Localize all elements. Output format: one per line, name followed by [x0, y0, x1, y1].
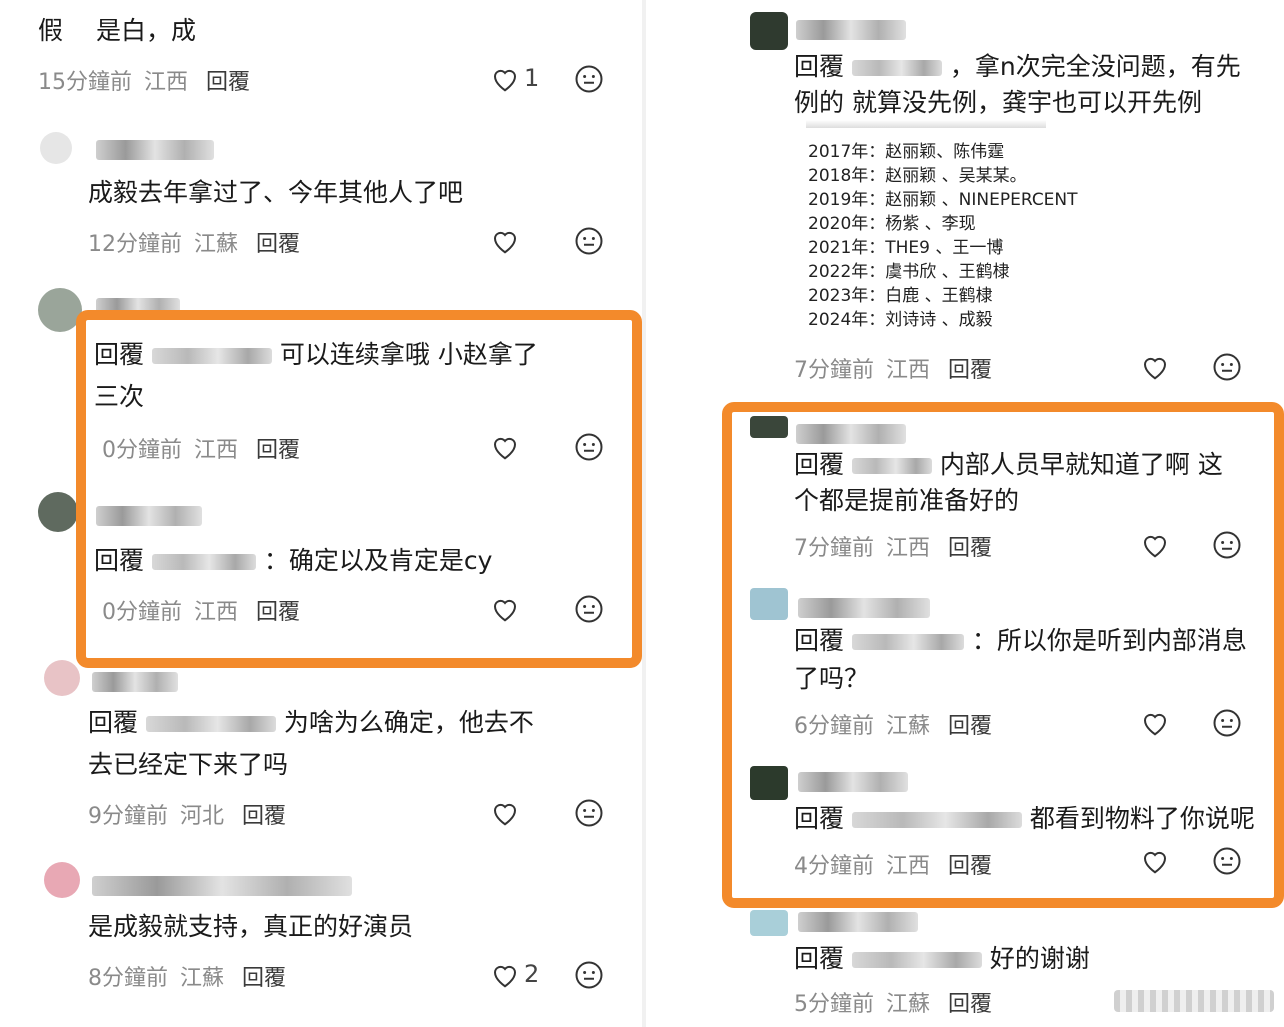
avatar[interactable] — [40, 132, 72, 164]
comment-meta: 9分鐘前 河北 回覆 — [88, 798, 286, 830]
avatar[interactable] — [38, 492, 78, 532]
comment-text: 假 是白，成 — [38, 16, 196, 45]
year-list-item: 2020年：杨紫 、李现 — [808, 214, 976, 234]
comment-body: 为啥为么确定，他去不 — [283, 708, 534, 737]
heart-icon[interactable] — [1140, 352, 1170, 382]
left-comment-panel: 假 是白，成 15分鐘前 江西 回覆 1 成毅去年拿过了、今年其他人了吧 12分鐘前… — [0, 0, 642, 1027]
avatar[interactable] — [44, 660, 80, 696]
comment-location: 江蘇 — [180, 966, 225, 991]
reply-button[interactable]: 回覆 — [242, 966, 286, 991]
username-blurred — [92, 672, 178, 692]
like-count: 2 — [524, 960, 540, 988]
comment-time: 5分鐘前 — [794, 992, 874, 1017]
year-list-item: 2021年：THE9 、王一博 — [808, 238, 1004, 258]
like-count: 1 — [524, 64, 540, 92]
year-list-item: 2023年：白鹿 、王鹤棣 — [808, 286, 993, 306]
heart-icon[interactable] — [490, 960, 520, 990]
comment-location: 江西 — [144, 70, 189, 95]
comment-time: 12分鐘前 — [88, 232, 182, 257]
heart-icon[interactable] — [490, 64, 520, 94]
emoji-icon[interactable] — [1212, 352, 1242, 382]
reply-button[interactable]: 回覆 — [242, 804, 286, 829]
emoji-icon[interactable] — [574, 960, 604, 990]
heart-icon[interactable] — [490, 798, 520, 828]
reply-button[interactable]: 回覆 — [206, 70, 250, 95]
comment-text-cont: 去已经定下来了吗 — [88, 750, 289, 779]
right-comment-panel: 回覆 ，拿n次完全没问题，有先 例的 就算没先例，龚宇也可以开先例 2017年：… — [646, 0, 1284, 1027]
year-list-item: 2017年：赵丽颖、陈伟霆 — [808, 142, 1005, 162]
reply-prefix: 回覆 — [88, 708, 139, 737]
emoji-icon[interactable] — [574, 64, 604, 94]
comment-text: 是成毅就支持，真正的好演员 — [88, 912, 414, 941]
reply-button[interactable]: 回覆 — [948, 358, 992, 383]
reply-prefix: 回覆 — [794, 52, 845, 81]
comment-text: 成毅去年拿过了、今年其他人了吧 — [88, 178, 464, 207]
watermark-blurred — [1114, 990, 1274, 1012]
comment-time: 9分鐘前 — [88, 804, 168, 829]
year-list-item: 2024年：刘诗诗 、成毅 — [808, 310, 993, 330]
highlight-box — [722, 402, 1284, 908]
comment-meta: 7分鐘前 江西 回覆 — [794, 352, 992, 384]
username-blurred — [96, 140, 214, 160]
username-blurred — [92, 876, 352, 896]
username-blurred — [796, 20, 906, 40]
mention-blurred — [851, 952, 982, 968]
emoji-icon[interactable] — [574, 798, 604, 828]
comment-location: 河北 — [180, 804, 225, 829]
comment-meta: 15分鐘前 江西 回覆 — [38, 64, 250, 96]
year-list-item: 2022年：虞书欣 、王鹤棣 — [808, 262, 1010, 282]
avatar[interactable] — [750, 910, 788, 936]
mention-blurred — [851, 60, 942, 76]
comment-meta: 8分鐘前 江蘇 回覆 — [88, 960, 286, 992]
list-cutoff — [806, 120, 1046, 128]
reply-button[interactable]: 回覆 — [948, 992, 992, 1017]
comment-text: 回覆 好的谢谢 — [794, 940, 1090, 978]
comment-text-cont: 例的 就算没先例，龚宇也可以开先例 — [794, 88, 1202, 117]
comment-time: 8分鐘前 — [88, 966, 168, 991]
reply-button[interactable]: 回覆 — [256, 232, 300, 257]
username-blurred — [798, 912, 918, 932]
emoji-icon[interactable] — [574, 226, 604, 256]
year-list-item: 2019年：赵丽颖 、NINEPERCENT — [808, 190, 1078, 210]
reply-prefix: 回覆 — [794, 944, 845, 973]
heart-icon[interactable] — [490, 226, 520, 256]
comment-meta: 5分鐘前 江蘇 回覆 — [794, 986, 992, 1018]
comment-location: 江蘇 — [886, 992, 931, 1017]
avatar[interactable] — [44, 862, 80, 898]
highlight-box — [76, 310, 642, 668]
year-list: 2017年：赵丽颖、陈伟霆 2018年：赵丽颖 、吴某某。 2019年：赵丽颖 … — [808, 140, 1078, 332]
comment-body: ，拿n次完全没问题，有先 — [949, 52, 1241, 81]
avatar[interactable] — [750, 12, 788, 50]
comment-location: 江西 — [886, 358, 931, 383]
year-list-item: 2018年：赵丽颖 、吴某某。 — [808, 166, 1027, 186]
comment-location: 江蘇 — [194, 232, 239, 257]
comment-text: 回覆 ，拿n次完全没问题，有先 — [794, 48, 1241, 86]
comment-time: 7分鐘前 — [794, 358, 874, 383]
comment-text: 回覆 为啥为么确定，他去不 — [88, 704, 534, 742]
comment-meta: 12分鐘前 江蘇 回覆 — [88, 226, 300, 258]
comment-body: 好的谢谢 — [989, 944, 1090, 973]
comment-time: 15分鐘前 — [38, 70, 132, 95]
mention-blurred — [145, 716, 276, 732]
